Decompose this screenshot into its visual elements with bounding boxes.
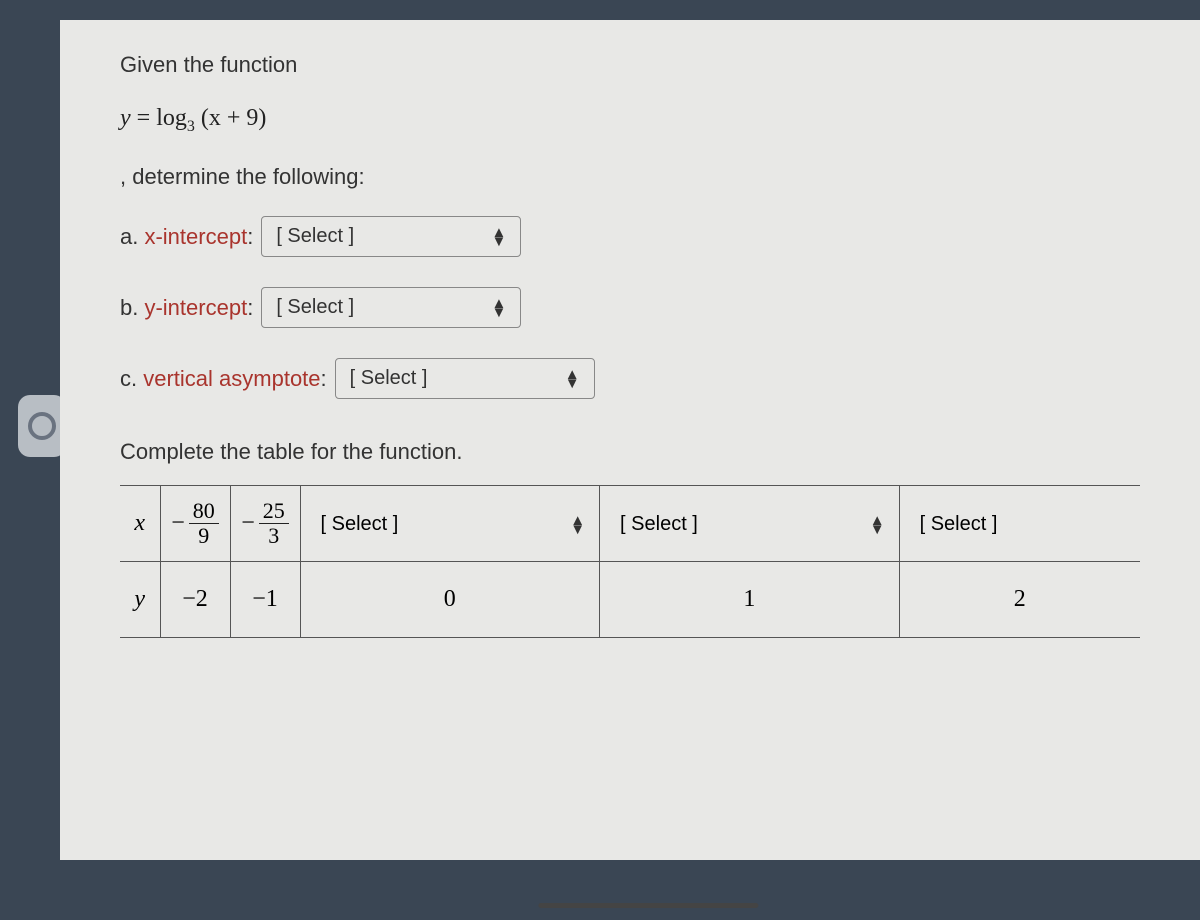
select-placeholder-text: [ Select ]	[276, 296, 479, 319]
eq-base: 3	[187, 118, 195, 135]
frac-den: 3	[264, 524, 283, 548]
frac-num: 80	[189, 499, 219, 524]
question-b-label: b. y-intercept:	[120, 295, 253, 321]
side-handle[interactable]	[18, 395, 66, 457]
table-row-x: x − 80 9 − 25 3	[120, 486, 1140, 562]
qa-term: x-intercept	[144, 224, 247, 249]
y-cell-3: 0	[300, 562, 600, 638]
x-intercept-select[interactable]: [ Select ] ▲▼	[261, 216, 521, 257]
x-cell-4: [ Select ] ▲▼	[600, 486, 900, 562]
question-c-row: c. vertical asymptote: [ Select ] ▲▼	[120, 358, 1140, 399]
question-page: Given the function y = log3 (x + 9) , de…	[60, 20, 1200, 860]
qb-term: y-intercept	[144, 295, 247, 320]
stepper-icon: ▲▼	[570, 516, 585, 534]
x-select-0[interactable]: [ Select ] ▲▼	[309, 513, 592, 536]
y-cell-1: −2	[160, 562, 230, 638]
stepper-icon: ▲▼	[491, 299, 506, 317]
vertical-asymptote-select[interactable]: [ Select ] ▲▼	[335, 358, 595, 399]
eq-equals: =	[131, 105, 157, 131]
question-a-label: a. x-intercept:	[120, 224, 253, 250]
x-cell-1: − 80 9	[160, 486, 230, 562]
prompt-line-1: Given the function	[120, 50, 1140, 81]
question-c-label: c. vertical asymptote:	[120, 366, 327, 392]
qb-suffix: :	[247, 295, 253, 320]
qc-term: vertical asymptote	[143, 366, 320, 391]
x-select-2[interactable]: [ Select ]	[908, 513, 1132, 536]
y-cell-5: 2	[899, 562, 1140, 638]
function-equation: y = log3 (x + 9)	[120, 105, 1140, 136]
y-intercept-select[interactable]: [ Select ] ▲▼	[261, 287, 521, 328]
question-b-row: b. y-intercept: [ Select ] ▲▼	[120, 287, 1140, 328]
select-placeholder-text: [ Select ]	[614, 513, 858, 536]
table-row-y: y −2 −1 0 1 2	[120, 562, 1140, 638]
select-placeholder-text: [ Select ]	[914, 513, 1126, 536]
select-placeholder-text: [ Select ]	[315, 513, 559, 536]
x-cell-2: − 25 3	[230, 486, 300, 562]
row-label-y: y	[120, 562, 160, 638]
x-cell-5: [ Select ]	[899, 486, 1140, 562]
question-a-row: a. x-intercept: [ Select ] ▲▼	[120, 216, 1140, 257]
qc-prefix: c.	[120, 366, 143, 391]
qc-suffix: :	[321, 366, 327, 391]
row-label-x: x	[120, 486, 160, 562]
function-table: x − 80 9 − 25 3	[120, 485, 1140, 638]
qa-prefix: a.	[120, 224, 144, 249]
stepper-icon: ▲▼	[870, 516, 885, 534]
frac-den: 9	[194, 524, 213, 548]
eq-log: log	[156, 105, 187, 131]
y-cell-4: 1	[600, 562, 900, 638]
table-prompt: Complete the table for the function.	[120, 439, 1140, 465]
prompt-line-2: , determine the following:	[120, 162, 1140, 193]
horizontal-scrollbar[interactable]	[538, 903, 758, 908]
select-placeholder-text: [ Select ]	[276, 225, 479, 248]
eq-lhs: y	[120, 105, 131, 131]
qa-suffix: :	[247, 224, 253, 249]
select-placeholder-text: [ Select ]	[350, 367, 553, 390]
eq-arg: (x + 9)	[195, 105, 267, 131]
frac-num: 25	[259, 499, 289, 524]
stepper-icon: ▲▼	[565, 370, 580, 388]
x-cell-3: [ Select ] ▲▼	[300, 486, 600, 562]
x-select-1[interactable]: [ Select ] ▲▼	[608, 513, 891, 536]
stepper-icon: ▲▼	[491, 228, 506, 246]
y-cell-2: −1	[230, 562, 300, 638]
qb-prefix: b.	[120, 295, 144, 320]
